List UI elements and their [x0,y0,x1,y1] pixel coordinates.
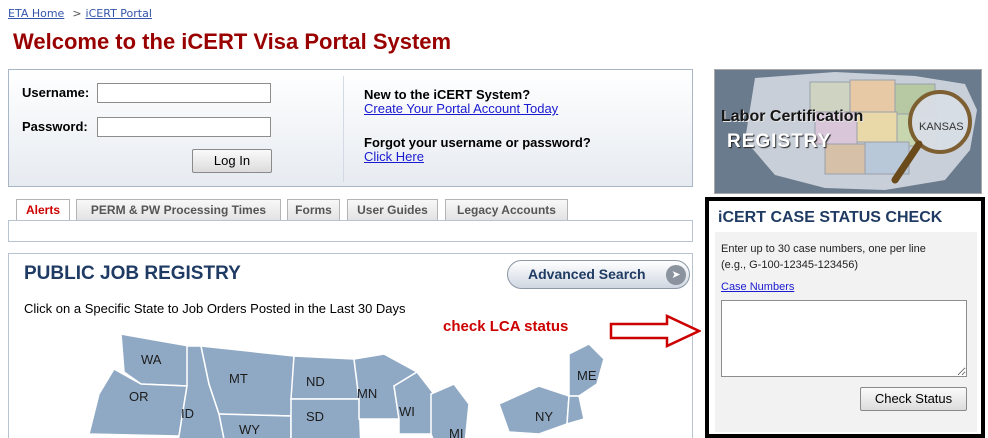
case-numbers-label[interactable]: Case Numbers [721,281,794,293]
check-lca-annotation: check LCA status [443,318,569,335]
map-label-wa: WA [141,352,162,367]
username-input[interactable] [97,83,271,103]
case-status-form: Enter up to 30 case numbers, one per lin… [715,232,977,432]
forgot-credentials-question: Forgot your username or password? [364,135,591,150]
tab-user-guides[interactable]: User Guides [347,199,438,221]
check-status-button[interactable]: Check Status [860,387,967,411]
map-state-new-england[interactable] [566,395,585,426]
tab-alerts[interactable]: Alerts [16,199,70,222]
page-title: Welcome to the iCERT Visa Portal System [13,29,452,54]
map-state-nd[interactable] [290,355,360,400]
case-status-check-panel: iCERT CASE STATUS CHECK Enter up to 30 c… [705,197,985,438]
annotation-arrow-icon [609,314,701,348]
tab-legacy-accounts[interactable]: Legacy Accounts [445,199,568,221]
map-label-me: ME [577,368,597,383]
case-status-instruction: Enter up to 30 case numbers, one per lin… [721,243,926,255]
map-label-mt: MT [229,371,248,386]
us-states-map: WA OR MT ID WY ND SD MN WI MI NY ME [88,333,605,438]
banner-title-line1: Labor Certification [721,108,864,125]
public-job-registry-panel: PUBLIC JOB REGISTRY Advanced Search ➤ Cl… [8,253,701,438]
map-label-nd: ND [306,374,325,389]
case-numbers-textarea[interactable] [721,300,967,377]
map-state-ny[interactable] [498,385,570,435]
map-label-wi: WI [399,404,415,419]
tab-forms[interactable]: Forms [287,199,340,221]
tab-perm-pw-processing-times[interactable]: PERM & PW Processing Times [76,199,281,221]
map-label-mn: MN [357,386,377,401]
new-user-question: New to the iCERT System? [364,87,531,102]
username-label: Username: [22,85,90,100]
banner-kansas-label: KANSAS [919,121,964,133]
map-label-or: OR [129,389,149,404]
banner-title-line2: REGISTRY [727,131,832,152]
map-label-id: ID [181,406,194,421]
map-state-sd[interactable] [290,398,362,438]
arrow-right-icon: ➤ [666,265,686,285]
map-label-mi: MI [449,426,463,438]
login-button[interactable]: Log In [192,149,272,173]
login-panel: Username: Password: Log In New to the iC… [8,69,693,187]
case-status-example: (e.g., G-100-12345-123456) [721,259,858,271]
advanced-search-button[interactable]: Advanced Search ➤ [507,260,690,289]
map-label-sd: SD [306,409,324,424]
login-divider [343,76,344,182]
registry-title: PUBLIC JOB REGISTRY [24,263,241,284]
password-label: Password: [22,119,88,134]
breadcrumb-separator: > [72,7,82,20]
map-label-ny: NY [535,409,553,424]
map-label-wy: WY [239,422,260,437]
registry-subtitle: Click on a Specific State to Job Orders … [24,301,406,316]
breadcrumb-current-link[interactable]: iCERT Portal [86,7,152,20]
labor-certification-registry-banner[interactable]: KANSAS Labor Certification REGISTRY [714,69,982,194]
case-status-title: iCERT CASE STATUS CHECK [718,209,943,226]
create-account-link[interactable]: Create Your Portal Account Today [364,102,558,116]
breadcrumb: ETA Home > iCERT Portal [8,7,152,20]
forgot-click-here-link[interactable]: Click Here [364,150,591,164]
tab-content-panel [8,220,693,242]
password-input[interactable] [97,117,271,137]
breadcrumb-home-link[interactable]: ETA Home [8,7,64,20]
advanced-search-label: Advanced Search [528,266,646,282]
